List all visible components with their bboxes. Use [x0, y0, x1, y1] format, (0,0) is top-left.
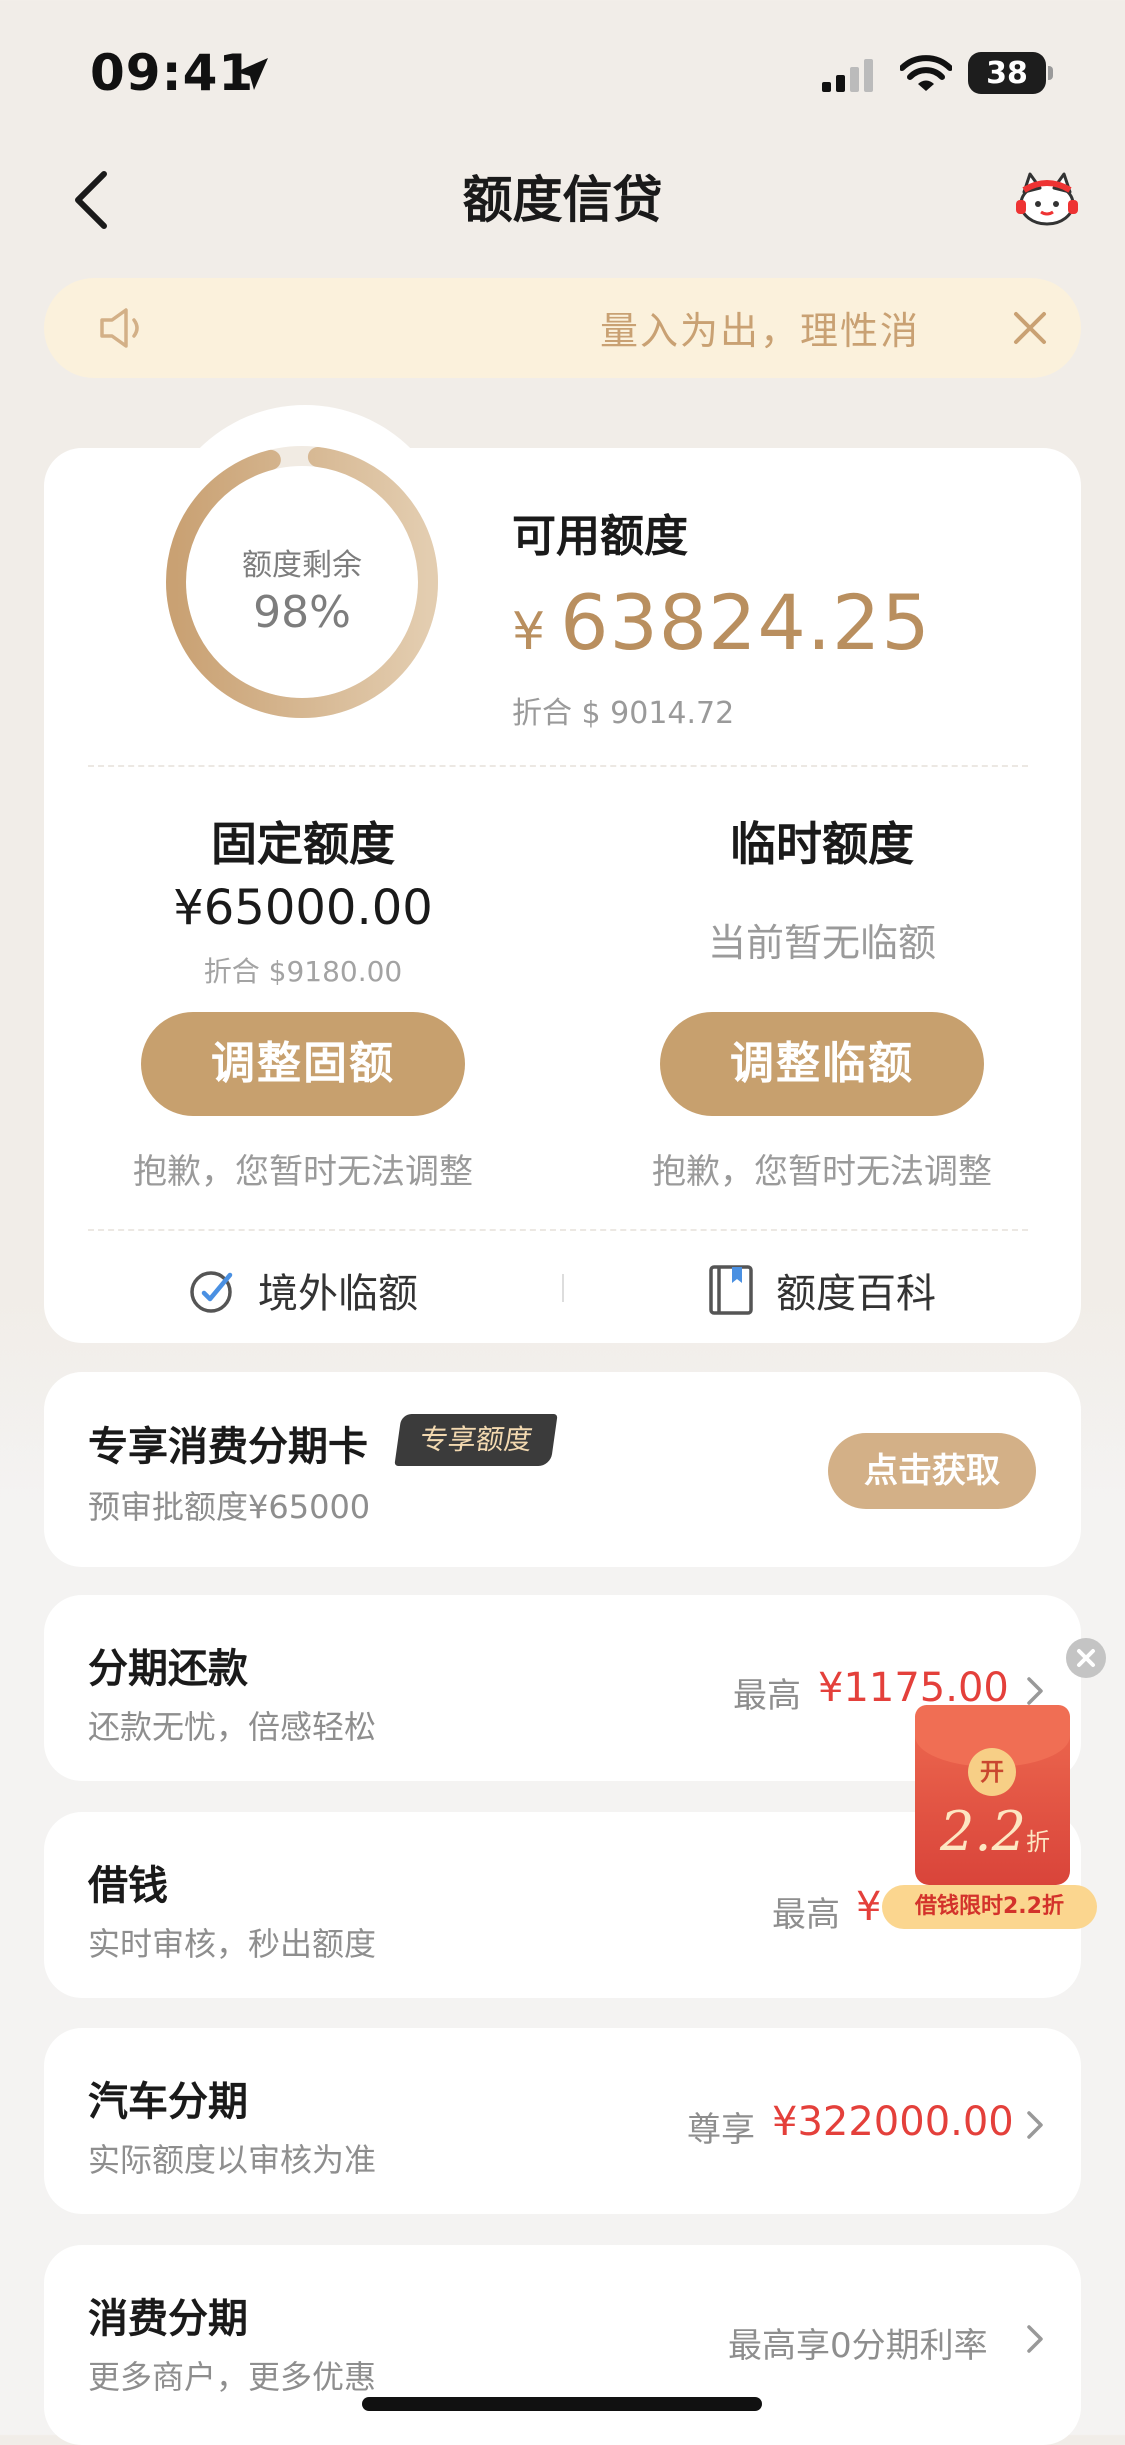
- product-title: 汽车分期: [88, 2079, 248, 2125]
- ring-percent: 98%: [253, 587, 351, 638]
- product-prefix: 最高: [733, 1676, 801, 1716]
- chevron-right-icon: [1027, 1677, 1043, 1705]
- chevron-right-icon: [1027, 2111, 1043, 2139]
- globe-check-icon: [190, 1271, 233, 1313]
- promo-title: 专享消费分期卡: [88, 1424, 368, 1470]
- product-prefix: 最高: [772, 1895, 840, 1935]
- product-subtitle: 还款无忧，倍感轻松: [88, 1708, 377, 1746]
- product-value: ¥: [856, 1884, 882, 1930]
- page-title: 额度信贷: [462, 171, 663, 229]
- currency-symbol: ¥: [512, 602, 547, 662]
- fixed-quota-converted: 折合 $9180.00: [203, 955, 403, 988]
- get-card-button[interactable]: 点击获取: [828, 1433, 1036, 1509]
- temporary-adjust-note: 抱歉，您暂时无法调整: [652, 1152, 992, 1192]
- product-value: ¥322000.00: [772, 2099, 1014, 2145]
- fixed-quota-title: 固定额度: [211, 817, 395, 871]
- available-converted: 折合 $ 9014.72: [512, 696, 735, 731]
- overseas-quota-link[interactable]: 境外临额: [186, 1260, 418, 1320]
- fixed-quota-amount: ¥65000.00: [173, 880, 433, 936]
- packet-tag: 借钱限时2.2折: [882, 1885, 1097, 1929]
- product-subtitle: 实际额度以审核为准: [88, 2141, 377, 2179]
- packet-open-coin[interactable]: 开: [968, 1748, 1016, 1796]
- available-quota-label: 可用额度: [512, 511, 688, 562]
- close-icon: [1077, 1649, 1095, 1667]
- promo-subtitle: 预审批额度¥65000: [88, 1488, 371, 1526]
- available-quota-amount: ¥63824.25: [512, 578, 931, 667]
- notice-bar[interactable]: [44, 278, 1081, 378]
- overseas-quota-label: 境外临额: [258, 1271, 418, 1317]
- packet-discount-unit: 折: [1025, 1828, 1050, 1856]
- ring-label: 额度剩余: [242, 548, 362, 583]
- location-arrow-icon: [236, 58, 268, 90]
- customer-service-mascot-icon[interactable]: [1010, 166, 1084, 232]
- product-prefix: 最高享0分期利率: [728, 2326, 988, 2366]
- product-prefix: 尊享: [687, 2110, 755, 2150]
- temporary-quota-status: 当前暂无临额: [707, 921, 936, 965]
- product-title: 分期还款: [88, 1646, 248, 1692]
- home-indicator: [362, 2397, 762, 2411]
- status-time: 09:41: [90, 44, 255, 102]
- signal-icon: [822, 59, 873, 92]
- link-separator: [562, 1274, 564, 1302]
- adjust-temporary-button[interactable]: 调整临额: [660, 1012, 984, 1116]
- float-close-button[interactable]: [1066, 1638, 1106, 1678]
- packet-discount-number: 2.2: [940, 1800, 1026, 1863]
- product-subtitle: 更多商户，更多优惠: [88, 2358, 377, 2396]
- packet-discount: 2.2折: [930, 1800, 1060, 1863]
- battery-tip: [1048, 66, 1053, 80]
- product-title: 消费分期: [88, 2296, 248, 2342]
- speaker-icon: [100, 308, 139, 348]
- fixed-adjust-note: 抱歉，您暂时无法调整: [133, 1152, 473, 1192]
- notice-close-icon[interactable]: [1008, 306, 1052, 350]
- divider: [88, 1229, 1028, 1231]
- available-amount-value: 63824.25: [560, 578, 931, 667]
- promo-badge: 专享额度: [394, 1414, 558, 1466]
- quota-wiki-link[interactable]: 额度百科: [706, 1260, 936, 1320]
- notice-text: 量入为出，理性消: [600, 309, 921, 353]
- product-title: 借钱: [88, 1863, 168, 1909]
- product-subtitle: 实时审核，秒出额度: [88, 1925, 377, 1963]
- divider: [88, 765, 1028, 767]
- book-icon: [709, 1265, 753, 1315]
- quota-wiki-label: 额度百科: [776, 1271, 936, 1317]
- chevron-right-icon: [1027, 2325, 1043, 2353]
- wifi-icon: [900, 55, 952, 91]
- temporary-quota-title: 临时额度: [730, 817, 914, 871]
- battery-indicator: 38: [968, 52, 1046, 94]
- adjust-fixed-button[interactable]: 调整固额: [141, 1012, 465, 1116]
